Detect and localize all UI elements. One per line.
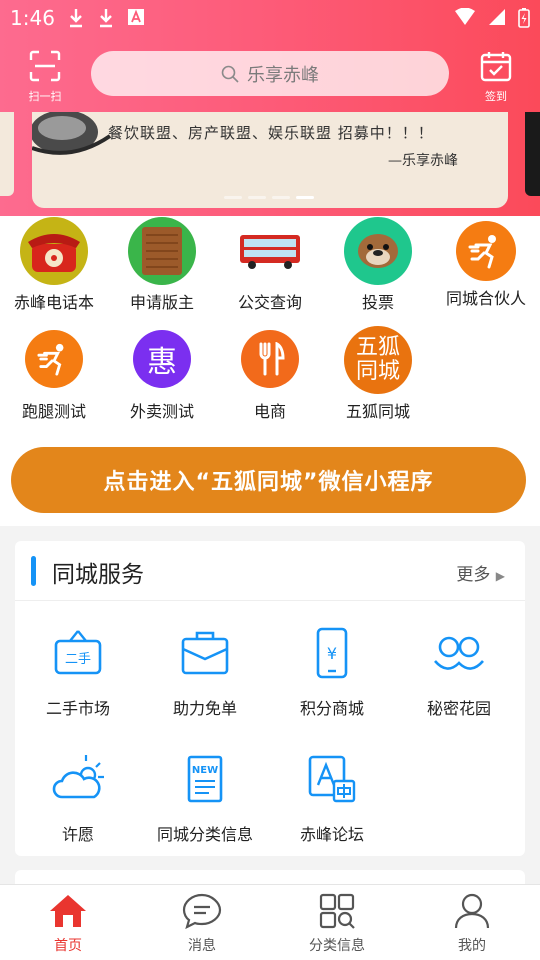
banner-prev-slide[interactable]	[0, 112, 14, 196]
banner-dot-active	[296, 196, 314, 199]
tab-label: 分类信息	[309, 938, 365, 954]
search-icon	[221, 65, 239, 83]
app-label: 申请版主	[129, 293, 194, 312]
search-input[interactable]: 乐享赤峰	[91, 51, 449, 96]
mask-icon	[434, 636, 484, 670]
service-label: 二手市场	[45, 699, 110, 718]
app-label: 同城合伙人	[445, 289, 526, 308]
message-icon	[182, 893, 222, 930]
miniprogram-cta-button[interactable]: 点击进入“五狐同城”微信小程序	[11, 447, 526, 513]
service-wish[interactable]: 许愿	[15, 751, 141, 845]
briefcase-icon	[181, 631, 229, 675]
service-free-order[interactable]: 助力免单	[142, 625, 268, 719]
app-errand-test[interactable]: 跑腿测试	[0, 326, 108, 422]
tab-categories[interactable]: 分类信息	[297, 893, 377, 955]
app-label: 赤峰电话本	[13, 293, 94, 312]
banner-slogan: 餐饮联盟、房产联盟、娱乐联盟 招募中！！！	[108, 124, 434, 142]
telephone-icon	[20, 217, 88, 285]
new-doc-icon: NEW	[187, 755, 223, 803]
app-wuhu-city[interactable]: 五狐 同城 五狐同城	[324, 326, 432, 422]
service-secondhand[interactable]: 二手 二手市场	[15, 625, 141, 719]
search-placeholder: 乐享赤峰	[247, 64, 319, 86]
service-label: 许愿	[61, 825, 94, 844]
tab-messages[interactable]: 消息	[162, 893, 242, 955]
category-icon	[319, 893, 355, 929]
app-takeout-test[interactable]: 惠 外卖测试	[108, 326, 216, 422]
banner-dot	[272, 196, 290, 199]
svg-text:¥: ¥	[327, 644, 337, 663]
banner-signature: —乐享赤峰	[388, 153, 458, 169]
forum-a-icon	[308, 755, 356, 803]
download-icon	[100, 9, 112, 28]
service-label: 赤峰论坛	[299, 825, 364, 844]
banner-pagination	[224, 196, 314, 199]
tab-label: 消息	[188, 938, 216, 954]
banner-slide[interactable]: 餐饮联盟、房产联盟、娱乐联盟 招募中！！！ —乐享赤峰	[32, 112, 508, 208]
secondhand-tag-icon: 二手	[54, 630, 102, 675]
svg-text:NEW: NEW	[192, 765, 218, 776]
calendar-check-icon	[480, 52, 512, 82]
app-bus-query[interactable]: 公交查询	[216, 217, 324, 313]
fork-knife-icon	[241, 330, 299, 388]
service-classified-info[interactable]: NEW 同城分类信息	[142, 751, 268, 845]
city-services-card: 同城服务 更多 ▶ 二手 二手市场 助力免单 ¥ 积分商城 秘密花园 许愿 NE…	[15, 541, 525, 856]
signal-icon	[489, 9, 505, 25]
app-vote[interactable]: 投票	[324, 217, 432, 313]
runner-icon	[25, 330, 83, 388]
banner-dot	[248, 196, 266, 199]
wuhu-logo-icon: 五狐 同城	[344, 326, 412, 394]
shoe-image	[32, 112, 112, 155]
app-label: 五狐同城	[345, 402, 410, 421]
service-label: 积分商城	[299, 699, 364, 718]
banner-dot	[224, 196, 242, 199]
app-ecommerce[interactable]: 电商	[216, 326, 324, 422]
scan-icon	[29, 50, 61, 82]
user-icon	[454, 893, 490, 929]
bus-icon	[236, 217, 304, 285]
section-header: 同城服务 更多 ▶	[15, 541, 525, 601]
app-phonebook[interactable]: 赤峰电话本	[0, 217, 108, 313]
triangle-right-icon: ▶	[495, 569, 505, 583]
service-points-mall[interactable]: ¥ 积分商城	[269, 625, 395, 719]
hui-icon: 惠	[133, 330, 191, 388]
service-forum[interactable]: 赤峰论坛	[269, 751, 395, 845]
wood-board-icon	[128, 217, 196, 285]
service-secret-garden[interactable]: 秘密花园	[396, 625, 522, 719]
svg-text:二手: 二手	[65, 652, 91, 667]
cloud-sun-icon	[52, 755, 104, 799]
status-time: 1:46	[10, 6, 55, 30]
checkin-button[interactable]: 签到	[476, 50, 516, 103]
app-apply-moderator[interactable]: 申请版主	[108, 217, 216, 313]
section-title: 同城服务	[52, 562, 144, 588]
more-link[interactable]: 更多 ▶	[456, 560, 505, 585]
app-label: 投票	[361, 293, 394, 312]
home-icon	[50, 895, 86, 927]
download-icon	[70, 9, 82, 28]
bottom-tab-bar: 首页 消息 分类信息 我的	[0, 884, 540, 960]
service-label: 同城分类信息	[156, 825, 253, 844]
app-label: 公交查询	[237, 293, 302, 312]
section-accent-bar	[31, 556, 36, 586]
bulldog-icon	[344, 217, 412, 285]
tab-label: 我的	[458, 938, 486, 954]
tab-home[interactable]: 首页	[28, 893, 108, 955]
status-bar: 1:46	[0, 0, 540, 36]
runner-icon	[456, 221, 516, 281]
service-label: 秘密花园	[426, 699, 491, 718]
app-city-partner[interactable]: 同城合伙人	[432, 217, 540, 309]
font-icon	[128, 9, 144, 25]
banner-next-slide[interactable]	[525, 112, 540, 196]
tab-mine[interactable]: 我的	[432, 893, 512, 955]
tab-label: 首页	[54, 938, 82, 954]
scan-label: 扫一扫	[28, 90, 62, 103]
scan-button[interactable]: 扫一扫	[22, 50, 68, 103]
wifi-icon	[455, 8, 475, 25]
service-label: 助力免单	[172, 699, 237, 718]
checkin-label: 签到	[485, 90, 507, 103]
app-label: 电商	[253, 402, 286, 421]
app-label: 跑腿测试	[21, 402, 86, 421]
app-label: 外卖测试	[129, 402, 194, 421]
phone-yen-icon: ¥	[316, 627, 348, 679]
battery-charging-icon	[518, 8, 530, 28]
